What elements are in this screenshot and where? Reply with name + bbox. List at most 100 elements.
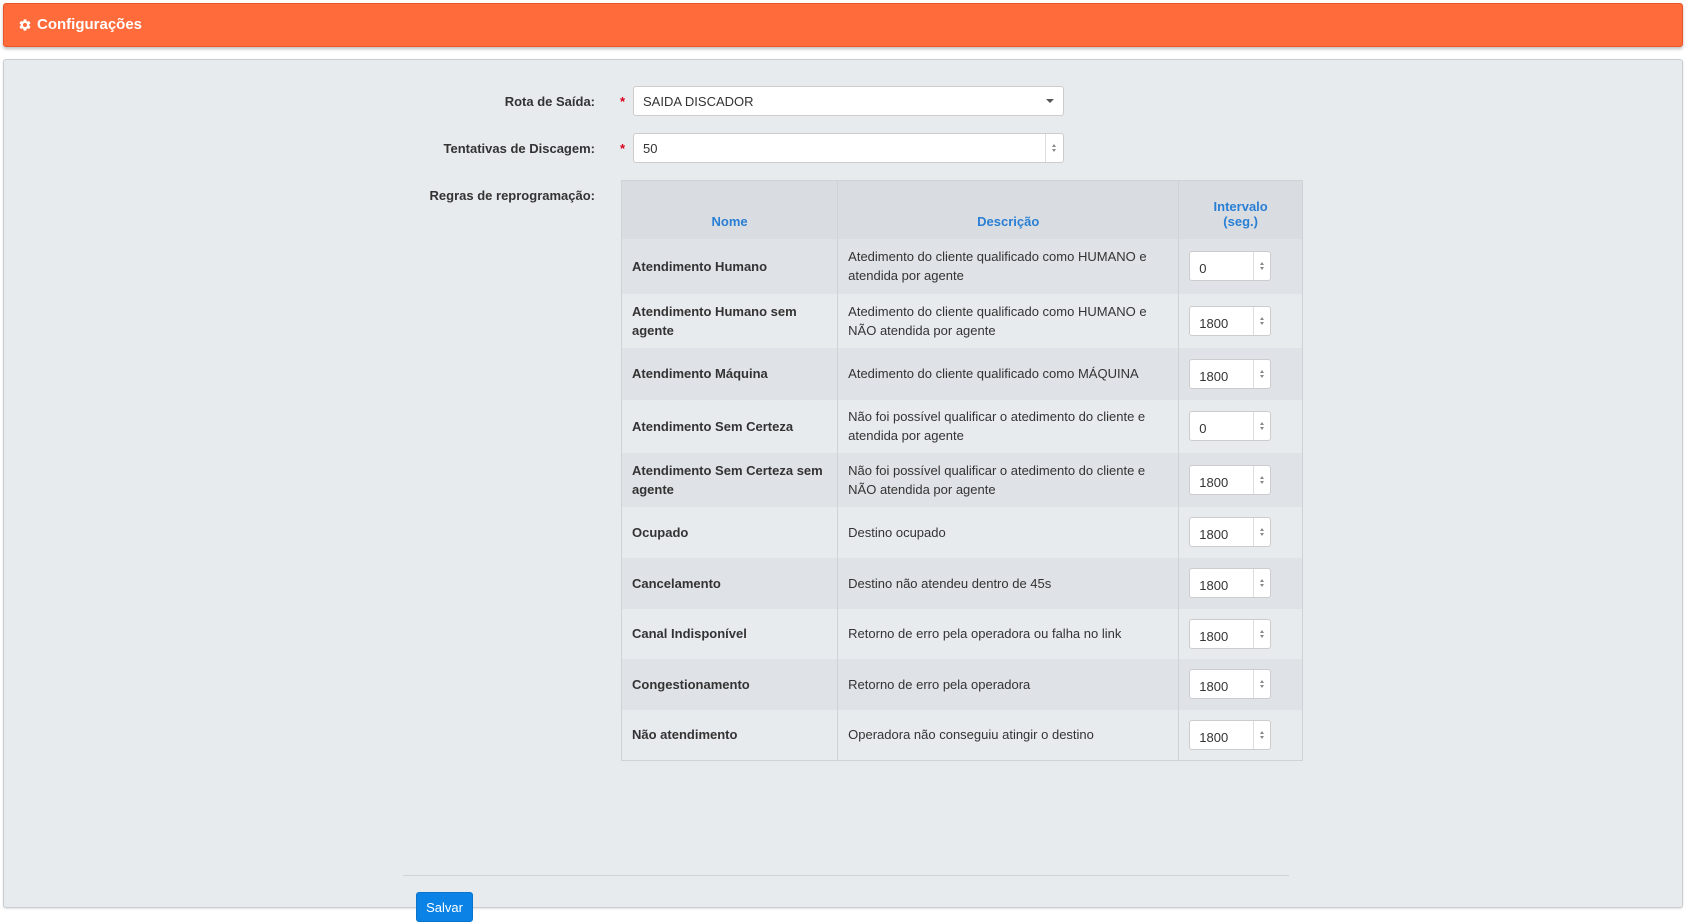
- rule-interval-cell: 1800: [1178, 658, 1303, 710]
- table-row: Canal Indisponível Retorno de erro pela o…: [620, 608, 1303, 659]
- header-nome: Nome: [620, 180, 839, 239]
- interval-stepper[interactable]: [1253, 619, 1270, 648]
- rule-description: Retorno de erro pela operadora: [837, 658, 1180, 710]
- rule-name: Congestionamento: [620, 658, 839, 710]
- route-required-mark: *: [620, 94, 626, 109]
- table-row: Congestionamento Retorno de erro pela ope…: [620, 658, 1303, 710]
- interval-input[interactable]: 1800: [1189, 719, 1272, 750]
- rule-name: Atendimento Sem Certeza: [620, 399, 839, 453]
- attempts-input[interactable]: 50: [633, 133, 1064, 163]
- interval-stepper[interactable]: [1253, 670, 1270, 698]
- rule-interval-cell: 1800: [1178, 293, 1303, 348]
- rule-description: Atedimento do cliente qualificado como H…: [837, 293, 1180, 348]
- rule-interval-cell: 1800: [1178, 506, 1303, 558]
- interval-input[interactable]: 1800: [1189, 517, 1272, 547]
- stepper-down-icon[interactable]: [1260, 634, 1265, 638]
- interval-stepper[interactable]: [1253, 412, 1270, 440]
- stepper-down-icon[interactable]: [1260, 735, 1265, 739]
- rule-interval-cell: 1800: [1178, 452, 1303, 507]
- interval-input[interactable]: 1800: [1189, 358, 1272, 389]
- stepper-up-icon[interactable]: [1260, 262, 1265, 265]
- stepper-up-icon[interactable]: [1260, 528, 1265, 531]
- table-row: Atendimento Sem Certeza Não foi possível …: [620, 399, 1303, 453]
- interval-input-value: 1800: [1199, 527, 1229, 542]
- rule-interval-cell: 1800: [1178, 347, 1303, 400]
- header-intervalo-line2: (seg.): [1223, 213, 1258, 229]
- stepper-up-icon[interactable]: [1052, 144, 1056, 147]
- rule-description: Destino não atendeu dentro de 45s: [837, 557, 1180, 609]
- rule-interval-cell: 1800: [1178, 709, 1303, 761]
- interval-input-value: 1800: [1199, 368, 1229, 384]
- attempts-stepper[interactable]: [1045, 134, 1063, 162]
- interval-stepper[interactable]: [1253, 252, 1270, 280]
- gear-icon: [18, 18, 37, 32]
- stepper-down-icon[interactable]: [1260, 374, 1265, 378]
- interval-stepper[interactable]: [1253, 569, 1270, 597]
- interval-input-value: 0: [1199, 421, 1207, 436]
- table-row: Atendimento Máquina Atedimento do cliente…: [620, 347, 1303, 400]
- stepper-up-icon[interactable]: [1260, 422, 1265, 425]
- interval-input[interactable]: 1800: [1189, 568, 1272, 598]
- interval-input[interactable]: 1800: [1189, 464, 1272, 495]
- stepper-down-icon[interactable]: [1260, 685, 1265, 688]
- stepper-up-icon[interactable]: [1260, 316, 1265, 320]
- table-row: Atendimento Humano Atedimento do cliente …: [620, 238, 1303, 294]
- rule-name: Cancelamento: [620, 557, 839, 609]
- rules-table: Nome Descrição Intervalo (seg.) Atendime…: [620, 180, 1303, 761]
- stepper-down-icon[interactable]: [1260, 321, 1265, 325]
- interval-input-value: 1800: [1199, 679, 1229, 694]
- form-divider: [403, 875, 1289, 876]
- stepper-up-icon[interactable]: [1260, 369, 1265, 373]
- page-header: Configurações: [3, 3, 1683, 47]
- rule-description: Atedimento do cliente qualificado como H…: [837, 238, 1180, 294]
- rule-name: Não atendimento: [620, 709, 839, 761]
- rule-name: Atendimento Humano: [620, 238, 839, 294]
- interval-stepper[interactable]: [1253, 518, 1270, 546]
- stepper-up-icon[interactable]: [1260, 579, 1265, 582]
- interval-input-value: 1800: [1199, 628, 1229, 644]
- rule-description: Operadora não conseguiu atingir o destin…: [837, 709, 1180, 761]
- interval-input[interactable]: 0: [1189, 411, 1272, 441]
- rule-interval-cell: 1800: [1178, 557, 1303, 609]
- header-descricao: Descrição: [837, 180, 1180, 239]
- page-title: Configurações: [37, 16, 143, 33]
- interval-input[interactable]: 0: [1189, 251, 1272, 281]
- table-row: Cancelamento Destino não atendeu dentro d…: [620, 557, 1303, 609]
- interval-input[interactable]: 1800: [1189, 618, 1272, 649]
- rule-interval-cell: 0: [1178, 238, 1303, 294]
- route-select-value: SAIDA DISCADOR: [643, 94, 754, 109]
- rule-name: Canal Indisponível: [620, 608, 839, 659]
- stepper-down-icon[interactable]: [1260, 427, 1265, 430]
- rule-name: Ocupado: [620, 506, 839, 558]
- stepper-up-icon[interactable]: [1260, 629, 1265, 633]
- stepper-down-icon[interactable]: [1260, 267, 1265, 270]
- interval-input-value: 1800: [1199, 315, 1229, 331]
- interval-stepper[interactable]: [1253, 720, 1270, 749]
- stepper-up-icon[interactable]: [1260, 475, 1265, 479]
- rule-description: Não foi possível qualificar o atedimento…: [837, 452, 1180, 507]
- interval-input[interactable]: 1800: [1189, 305, 1272, 336]
- interval-input[interactable]: 1800: [1189, 669, 1272, 699]
- interval-input-value: 1800: [1199, 729, 1229, 745]
- route-select[interactable]: SAIDA DISCADOR: [633, 86, 1064, 116]
- table-row: Ocupado Destino ocupado 1800: [620, 506, 1303, 558]
- interval-stepper[interactable]: [1253, 359, 1270, 388]
- stepper-down-icon[interactable]: [1260, 480, 1265, 484]
- stepper-down-icon[interactable]: [1260, 584, 1265, 587]
- stepper-up-icon[interactable]: [1260, 680, 1265, 683]
- header-intervalo-line1: Intervalo: [1213, 198, 1268, 214]
- table-row: Atendimento Humano sem agente Atedimento …: [620, 293, 1303, 348]
- rule-interval-cell: 1800: [1178, 608, 1303, 659]
- stepper-up-icon[interactable]: [1260, 730, 1265, 734]
- interval-stepper[interactable]: [1253, 465, 1270, 494]
- stepper-down-icon[interactable]: [1052, 149, 1056, 152]
- stepper-down-icon[interactable]: [1260, 533, 1265, 536]
- interval-stepper[interactable]: [1253, 306, 1270, 335]
- save-button[interactable]: Salvar: [416, 892, 473, 922]
- interval-input-value: 1800: [1199, 578, 1229, 593]
- route-label: Rota de Saída:: [504, 94, 595, 109]
- rule-description: Atedimento do cliente qualificado como M…: [837, 347, 1180, 400]
- interval-input-value: 0: [1199, 261, 1207, 276]
- rule-name: Atendimento Sem Certeza sem agente: [620, 452, 839, 507]
- rule-description: Retorno de erro pela operadora ou falha …: [837, 608, 1180, 659]
